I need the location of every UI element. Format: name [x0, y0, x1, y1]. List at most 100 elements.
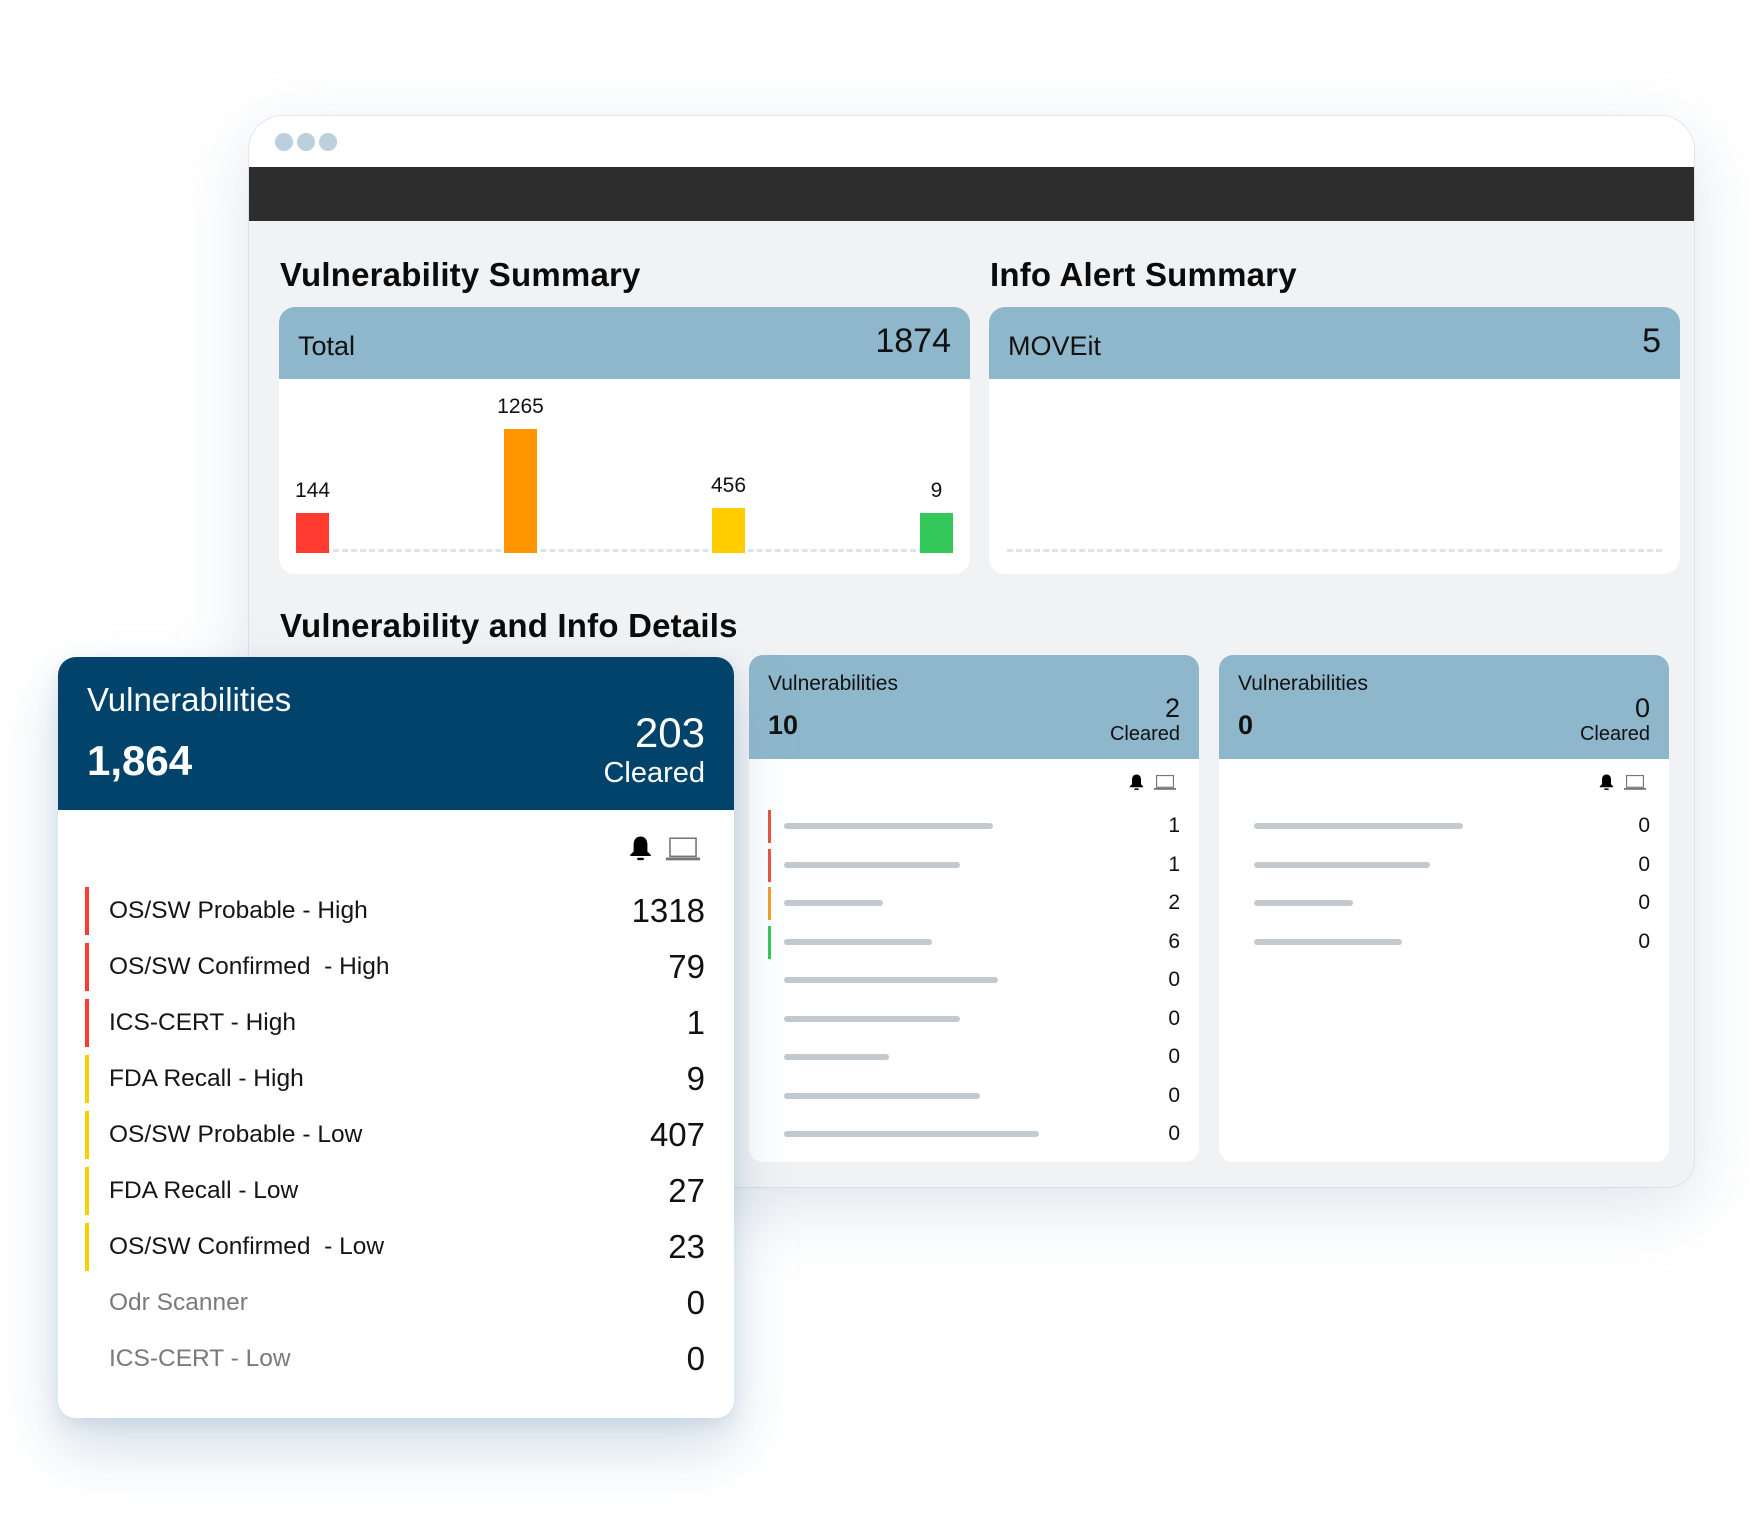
detail-card-2[interactable]: Vulnerabilities 0 0 Cleared 0 0 0 0	[1219, 655, 1669, 1162]
detail-row-value: 0	[1638, 891, 1650, 915]
severity-indicator	[85, 1335, 89, 1383]
detail-row[interactable]: 0	[768, 1000, 1180, 1039]
vulnerability-row-label: OS/SW Confirmed - High	[109, 953, 390, 980]
vulnerability-row-label: FDA Recall - High	[109, 1065, 304, 1092]
severity-indicator	[1238, 926, 1241, 959]
severity-indicator	[768, 1041, 771, 1074]
vulnerability-row[interactable]: FDA Recall - High 9	[85, 1051, 705, 1107]
vulnerability-row-value: 1	[686, 1004, 705, 1041]
window-titlebar	[249, 116, 1694, 167]
chart-bar[interactable]	[504, 429, 537, 553]
vulnerability-row[interactable]: OS/SW Probable - High 1318	[85, 883, 705, 939]
detail-row[interactable]: 0	[1238, 807, 1650, 846]
moveit-label: MOVEit	[1008, 331, 1102, 361]
chart-data-label: 144	[294, 479, 331, 502]
detail-row-value: 0	[1638, 929, 1650, 953]
vulnerability-row-value: 27	[668, 1172, 705, 1209]
vulnerability-row[interactable]: FDA Recall - Low 27	[85, 1163, 705, 1219]
detail-row-value: 0	[1168, 968, 1180, 992]
detail-row[interactable]: 0	[1238, 846, 1650, 885]
vulnerability-row-label: FDA Recall - Low	[109, 1177, 299, 1204]
bell-icon[interactable]	[1599, 773, 1614, 791]
label-placeholder	[784, 823, 993, 830]
label-placeholder	[1254, 861, 1430, 868]
vulnerability-row[interactable]: ICS-CERT - High 1	[85, 995, 705, 1051]
detail-row[interactable]: 1	[768, 846, 1180, 885]
severity-indicator	[85, 1279, 89, 1327]
window-dot-icon[interactable]	[275, 133, 293, 151]
vulnerability-rows: OS/SW Probable - High 1318 OS/SW Confirmed…	[85, 883, 705, 1387]
vulnerabilities-total: 1,864	[87, 737, 193, 784]
detail-row[interactable]: 0	[768, 1038, 1180, 1077]
detail-row[interactable]: 1	[768, 807, 1180, 846]
detail-card-cleared-label: Cleared	[1109, 723, 1180, 745]
severity-indicator	[1238, 887, 1241, 920]
vulnerability-row[interactable]: ICS-CERT - Low 0	[85, 1331, 705, 1387]
chart-bar[interactable]	[296, 513, 329, 553]
severity-indicator	[85, 999, 89, 1047]
severity-indicator	[85, 1167, 89, 1215]
detail-card-header: Vulnerabilities 0 0 Cleared	[1219, 655, 1669, 759]
vulnerability-row-label: ICS-CERT - Low	[109, 1345, 291, 1372]
detail-row-value: 0	[1638, 852, 1650, 876]
vulnerability-row-label: OS/SW Probable - High	[109, 897, 368, 924]
vulnerability-row-value: 79	[668, 948, 705, 985]
bell-icon[interactable]	[629, 834, 652, 862]
severity-indicator	[85, 1111, 89, 1159]
column-icons	[1599, 773, 1646, 791]
vulnerability-row[interactable]: Odr Scanner 0	[85, 1275, 705, 1331]
laptop-icon[interactable]	[1624, 774, 1646, 791]
detail-row[interactable]: 0	[768, 1077, 1180, 1116]
detail-row-value: 1	[1168, 814, 1180, 838]
vulnerability-bar-chart: 144 1265 456 9	[279, 379, 970, 574]
detail-card-1[interactable]: Vulnerabilities 10 2 Cleared 1 1 26 0 0 0 0 0	[749, 655, 1199, 1162]
total-summary-card[interactable]: Total 1874 144 1265 456 9	[279, 307, 970, 574]
laptop-icon[interactable]	[1154, 774, 1176, 791]
detail-row-value: 0	[1168, 1122, 1180, 1146]
vulnerability-row-value: 0	[686, 1340, 705, 1377]
detail-card-cleared-label: Cleared	[1579, 723, 1650, 745]
vulnerability-row[interactable]: OS/SW Probable - Low 407	[85, 1107, 705, 1163]
vulnerability-row-value: 0	[686, 1284, 705, 1321]
detail-row[interactable]: 0	[1238, 884, 1650, 923]
chart-bar[interactable]	[712, 508, 745, 553]
detail-row-value: 0	[1168, 1006, 1180, 1030]
total-label: Total	[298, 331, 356, 361]
detail-card-rows: 1 1 26 0 0 0 0 0	[768, 807, 1180, 1154]
chart-baseline	[1007, 549, 1662, 552]
vulnerabilities-card[interactable]: Vulnerabilities 1,864 203 Cleared OS/SW …	[58, 657, 734, 1418]
detail-row[interactable]: 6	[768, 923, 1180, 962]
detail-row[interactable]: 0	[1238, 923, 1650, 962]
vulnerability-summary-heading: Vulnerability Summary	[280, 256, 641, 293]
moveit-alert-card[interactable]: MOVEit 5	[989, 307, 1680, 574]
info-alert-summary-heading: Info Alert Summary	[990, 256, 1297, 293]
vulnerability-row-label: OS/SW Probable - Low	[109, 1121, 363, 1148]
detail-card-title: Vulnerabilities	[1238, 672, 1368, 695]
chart-bar[interactable]	[920, 513, 953, 553]
cleared-label: Cleared	[603, 757, 705, 789]
detail-card-header: Vulnerabilities 10 2 Cleared	[749, 655, 1199, 759]
detail-row-value: 0	[1168, 1045, 1180, 1069]
severity-indicator	[768, 887, 771, 920]
laptop-icon[interactable]	[666, 836, 700, 862]
detail-row[interactable]: 0	[768, 1115, 1180, 1154]
bell-icon[interactable]	[1129, 773, 1144, 791]
vulnerability-row[interactable]: OS/SW Confirmed - High 79	[85, 939, 705, 995]
detail-row[interactable]: 0	[768, 961, 1180, 1000]
vulnerability-row-value: 407	[649, 1116, 705, 1153]
window-dot-icon[interactable]	[297, 133, 315, 151]
label-placeholder	[784, 861, 960, 868]
detail-card-total: 10	[768, 710, 799, 740]
detail-card-rows: 0 0 0 0	[1238, 807, 1650, 961]
window-dot-icon[interactable]	[319, 133, 337, 151]
severity-indicator	[768, 925, 771, 959]
details-heading: Vulnerability and Info Details	[280, 607, 738, 644]
severity-indicator	[768, 1118, 771, 1151]
label-placeholder	[784, 900, 883, 907]
detail-row[interactable]: 2	[768, 884, 1180, 923]
total-value: 1874	[875, 322, 951, 360]
vulnerability-row-value: 23	[668, 1228, 705, 1265]
vulnerability-row[interactable]: OS/SW Confirmed - Low 23	[85, 1219, 705, 1275]
detail-row-value: 1	[1168, 852, 1180, 876]
label-placeholder	[784, 1092, 980, 1099]
